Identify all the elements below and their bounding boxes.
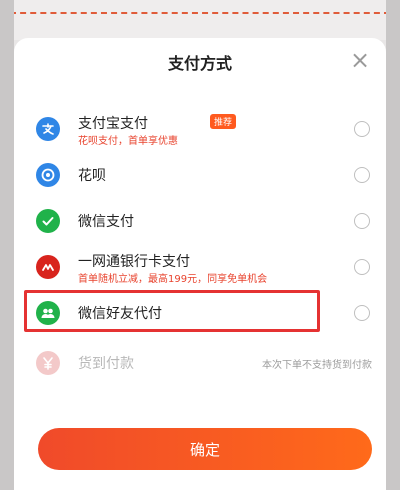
option-label: 微信支付 xyxy=(78,214,134,230)
dashed-divider xyxy=(10,12,390,14)
payment-option-cash-on-delivery: 货到付款 本次下单不支持货到付款 xyxy=(14,340,386,386)
radio-button[interactable] xyxy=(354,305,370,321)
option-label: 一网通银行卡支付 xyxy=(78,254,190,270)
payment-option-wechat-pay[interactable]: 微信支付 xyxy=(14,198,386,244)
cmb-bank-icon xyxy=(36,255,60,279)
huabei-icon xyxy=(36,163,60,187)
option-label: 花呗 xyxy=(78,168,106,184)
radio-button[interactable] xyxy=(354,167,370,183)
background-strip xyxy=(0,0,400,40)
unsupported-note: 本次下单不支持货到付款 xyxy=(262,360,372,371)
promo-text: 首单随机立减，最高199元，同享免单机会 xyxy=(78,274,268,285)
radio-button[interactable] xyxy=(354,213,370,229)
payment-option-bank-card[interactable]: 一网通银行卡支付 首单随机立减，最高199元，同享免单机会 xyxy=(14,244,386,290)
alipay-icon xyxy=(36,117,60,141)
cash-on-delivery-icon xyxy=(36,351,60,375)
close-icon[interactable]: × xyxy=(348,48,372,72)
radio-button[interactable] xyxy=(354,259,370,275)
sheet-title: 支付方式 xyxy=(167,54,232,73)
promo-text: 花呗支付，首单享优惠 xyxy=(78,136,178,147)
highlight-annotation xyxy=(24,290,320,332)
confirm-button[interactable]: 确定 xyxy=(38,428,372,470)
option-label: 支付宝支付 xyxy=(78,116,148,132)
payment-option-alipay[interactable]: 支付宝支付 推荐 花呗支付，首单享优惠 xyxy=(14,106,386,152)
payment-method-sheet: 支付方式 × 支付宝支付 推荐 花呗支付，首单享优惠 花呗 微信支付 一网通银行… xyxy=(14,38,386,490)
payment-option-huabei[interactable]: 花呗 xyxy=(14,152,386,198)
radio-button[interactable] xyxy=(354,121,370,137)
option-label: 货到付款 xyxy=(78,356,134,372)
recommend-badge: 推荐 xyxy=(210,114,237,129)
right-edge xyxy=(386,0,400,490)
wechat-pay-icon xyxy=(36,209,60,233)
left-edge xyxy=(0,0,14,490)
